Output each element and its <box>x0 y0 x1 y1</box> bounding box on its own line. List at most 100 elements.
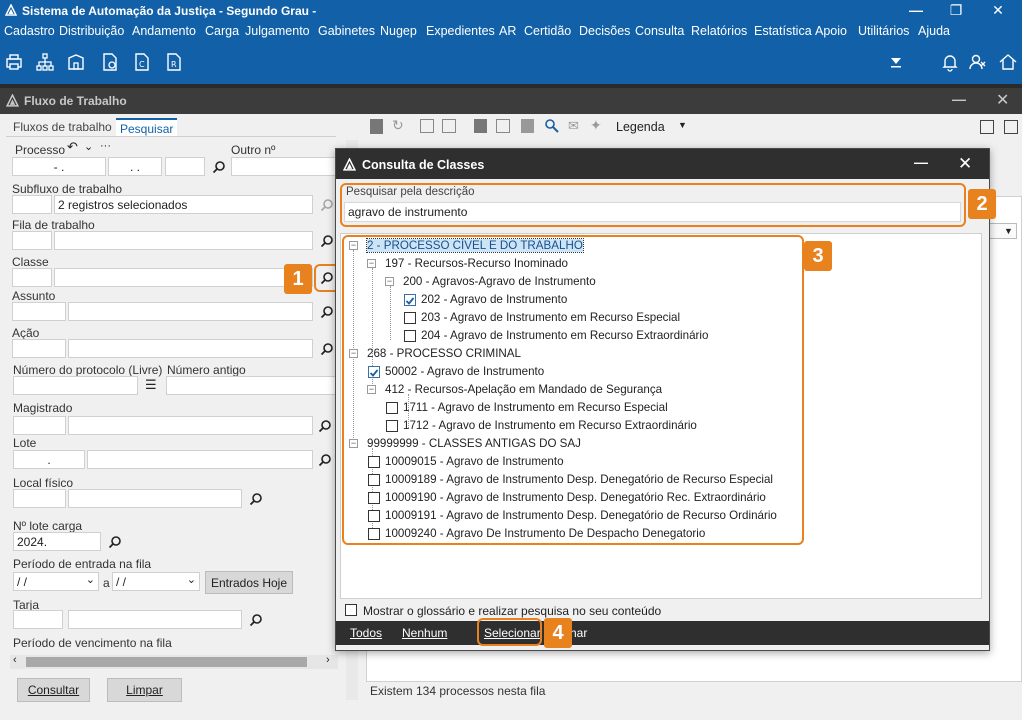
assunto-code-input[interactable] <box>12 302 66 321</box>
date-to-select[interactable]: / / ⌄ <box>112 572 200 591</box>
export-icon[interactable] <box>496 119 510 133</box>
users-icon[interactable] <box>968 52 988 72</box>
search-description-input[interactable]: agravo de instrumento <box>344 202 961 222</box>
assunto-input[interactable] <box>68 302 313 321</box>
bell-icon[interactable] <box>940 52 960 72</box>
local-code-input[interactable] <box>13 489 66 508</box>
search-icon[interactable] <box>320 305 334 319</box>
dropdown-arrow-icon[interactable] <box>886 52 906 72</box>
processo-number-input[interactable]: - . <box>12 157 106 176</box>
entrados-hoje-button[interactable]: Entrados Hoje <box>205 571 293 594</box>
search-icon[interactable] <box>318 453 332 467</box>
menu-andamento[interactable]: Andamento <box>132 24 196 38</box>
subfluxo-code-input[interactable] <box>12 195 52 214</box>
processo-origin-input[interactable] <box>165 157 205 176</box>
legenda-dropdown[interactable]: Legenda <box>616 120 665 134</box>
lote-carga-input[interactable]: 2024. <box>13 532 101 551</box>
search-icon[interactable] <box>108 535 122 549</box>
subfluxo-input[interactable]: 2 registros selecionados <box>54 195 313 214</box>
comment-icon[interactable]: ✉ <box>568 118 579 134</box>
fila-code-input[interactable] <box>12 231 52 250</box>
save-icon[interactable] <box>370 119 383 134</box>
acao-input[interactable] <box>68 339 313 358</box>
tarja-code-input[interactable] <box>13 610 63 629</box>
panel-minimize-button[interactable]: — <box>952 91 966 107</box>
lote-description-input[interactable] <box>87 450 313 469</box>
home-icon[interactable] <box>998 52 1018 72</box>
building-icon[interactable] <box>66 52 86 72</box>
search-icon[interactable] <box>320 342 334 356</box>
dialog-close-button[interactable]: ✕ <box>958 154 972 174</box>
search-icon[interactable] <box>212 160 226 174</box>
dialog-minimize-button[interactable]: — <box>914 154 928 170</box>
consultar-button[interactable]: Consultar <box>17 678 90 702</box>
classe-input[interactable] <box>54 268 313 287</box>
todos-button[interactable]: Todos <box>350 626 382 640</box>
date-from-select[interactable]: / / ⌄ <box>13 572 99 591</box>
menu-certidao[interactable]: Certidão <box>524 24 571 38</box>
nenhum-button[interactable]: Nenhum <box>402 626 447 640</box>
grid-view-icon[interactable] <box>1004 120 1018 134</box>
protocolo-input[interactable] <box>13 376 138 395</box>
menu-estatistica[interactable]: Estatística <box>754 24 812 38</box>
scroll-right-icon[interactable]: › <box>326 654 330 666</box>
limpar-button[interactable]: Limpar <box>107 678 182 702</box>
document-settings-icon[interactable] <box>100 52 120 72</box>
menu-apoio[interactable]: Apoio <box>815 24 847 38</box>
local-fisico-input[interactable] <box>68 489 242 508</box>
caret-down-icon[interactable]: ▼ <box>1004 226 1013 236</box>
fechar-button[interactable]: har <box>570 626 587 640</box>
lock-icon[interactable] <box>474 119 487 133</box>
printer-icon[interactable] <box>4 52 24 72</box>
refresh-icon[interactable]: ↻ <box>392 117 404 134</box>
menu-ar[interactable]: AR <box>499 24 516 38</box>
tree-view-icon[interactable] <box>980 120 994 134</box>
list-icon[interactable]: ☰ <box>145 377 157 393</box>
undo-icon[interactable]: ↶ <box>67 139 78 155</box>
menu-decisoes[interactable]: Decisões <box>579 24 630 38</box>
caret-down-icon[interactable]: ▼ <box>678 120 687 130</box>
menu-utilitarios[interactable]: Utilitários <box>858 24 909 38</box>
pin-icon[interactable]: ✦ <box>590 117 602 134</box>
tab-fluxos[interactable]: Fluxos de trabalho <box>9 118 116 136</box>
search-document-icon[interactable] <box>544 118 560 134</box>
more-options-icon[interactable]: ··· <box>100 140 111 152</box>
lote-input[interactable]: . <box>13 450 85 469</box>
menu-relatorios[interactable]: Relatórios <box>691 24 747 38</box>
maximize-button[interactable]: ❐ <box>936 0 976 22</box>
document-r-icon[interactable]: R <box>164 52 184 72</box>
search-icon[interactable] <box>318 419 332 433</box>
menu-ajuda[interactable]: Ajuda <box>918 24 950 38</box>
classe-search-icon[interactable] <box>320 271 334 285</box>
outro-numero-input[interactable] <box>231 157 336 176</box>
menu-expedientes[interactable]: Expedientes <box>426 24 495 38</box>
menu-distribuicao[interactable]: Distribuição <box>59 24 124 38</box>
checklist-icon[interactable] <box>420 119 434 133</box>
acao-code-input[interactable] <box>12 339 66 358</box>
menu-julgamento[interactable]: Julgamento <box>245 24 310 38</box>
scroll-left-icon[interactable]: ‹ <box>13 654 17 666</box>
search-icon[interactable] <box>320 234 334 248</box>
document-c-icon[interactable]: C <box>132 52 152 72</box>
glossario-checkbox[interactable] <box>345 604 357 616</box>
numero-antigo-input[interactable] <box>166 376 336 395</box>
scrollbar-thumb[interactable] <box>26 657 307 667</box>
copy-icon[interactable] <box>442 119 456 133</box>
hierarchy-icon[interactable] <box>35 52 55 72</box>
close-window-button[interactable]: ✕ <box>978 0 1018 22</box>
magistrado-code-input[interactable] <box>13 416 66 435</box>
menu-cadastro[interactable]: Cadastro <box>4 24 55 38</box>
tarja-input[interactable] <box>68 610 242 629</box>
chevron-down-icon[interactable]: ⌄ <box>84 140 93 153</box>
horizontal-scrollbar[interactable]: ‹ › <box>10 654 338 669</box>
tab-pesquisar[interactable]: Pesquisar <box>116 118 178 136</box>
menu-nugep[interactable]: Nugep <box>380 24 417 38</box>
menu-carga[interactable]: Carga <box>205 24 239 38</box>
menu-gabinetes[interactable]: Gabinetes <box>318 24 375 38</box>
menu-consulta[interactable]: Consulta <box>635 24 684 38</box>
classe-code-input[interactable] <box>12 268 52 287</box>
search-icon[interactable] <box>249 613 263 627</box>
panel-close-button[interactable]: ✕ <box>996 90 1009 110</box>
search-icon[interactable] <box>249 492 263 506</box>
magistrado-input[interactable] <box>68 416 313 435</box>
